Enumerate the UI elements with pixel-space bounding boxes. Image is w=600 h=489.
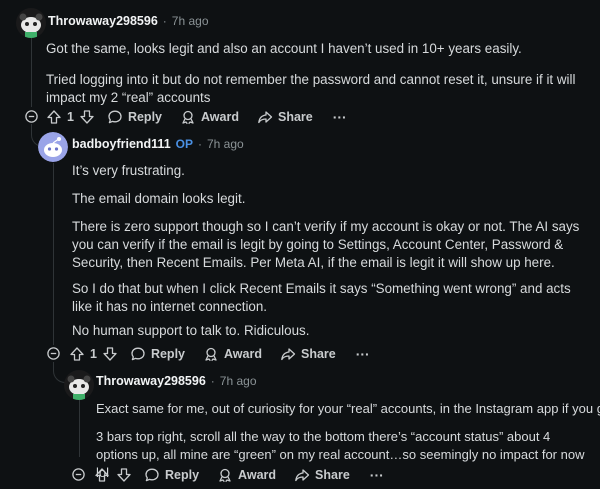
more-options-button[interactable]: ···	[356, 346, 370, 362]
award-medal-icon	[203, 346, 219, 362]
share-arrow-icon	[280, 346, 296, 362]
speech-bubble-icon	[144, 467, 160, 483]
timestamp[interactable]: 7h ago	[172, 14, 209, 28]
comment-actions: Reply Award Share ···	[94, 465, 384, 485]
comment-header: badboyfriend111 OP · 7h ago	[72, 137, 244, 151]
minus-circle-icon	[72, 468, 85, 481]
timestamp[interactable]: 7h ago	[207, 137, 244, 151]
comment-header: Throwaway298596 · 7h ago	[48, 14, 209, 28]
reply-label: Reply	[150, 347, 185, 361]
upvote-arrow-icon[interactable]	[69, 346, 85, 362]
speech-bubble-icon	[130, 346, 146, 362]
award-label: Award	[201, 110, 239, 124]
comment-body-paragraph: The email domain looks legit.	[72, 191, 246, 206]
share-arrow-icon	[294, 467, 310, 483]
username[interactable]: Throwaway298596	[96, 374, 206, 388]
share-label: Share	[277, 110, 313, 124]
comment-actions: 1 Reply Award Share ···	[46, 107, 347, 127]
award-medal-icon	[217, 467, 233, 483]
avatar[interactable]	[64, 370, 94, 400]
snoo-avatar-icon	[64, 370, 94, 400]
avatar[interactable]	[16, 8, 46, 38]
share-arrow-icon	[257, 109, 273, 125]
downvote-arrow-icon[interactable]	[79, 109, 95, 125]
reply-button[interactable]: Reply	[144, 467, 199, 483]
vote-count: 1	[90, 347, 97, 361]
comment-header: Throwaway298596 · 7h ago	[96, 374, 257, 388]
share-button[interactable]: Share	[280, 346, 336, 362]
reply-button[interactable]: Reply	[107, 109, 162, 125]
op-badge: OP	[175, 137, 193, 151]
comment-body-paragraph: Tried logging into it but do not remembe…	[46, 72, 576, 105]
share-button[interactable]: Share	[294, 467, 350, 483]
more-options-button[interactable]: ···	[370, 467, 384, 483]
award-button[interactable]: Award	[180, 109, 239, 125]
more-options-button[interactable]: ···	[333, 109, 347, 125]
timestamp[interactable]: 7h ago	[220, 374, 257, 388]
separator-dot: ·	[210, 374, 215, 388]
comment-body-paragraph: Exact same for me, out of curiosity for …	[96, 401, 600, 416]
award-button[interactable]: Award	[203, 346, 262, 362]
separator-dot: ·	[198, 137, 202, 151]
award-medal-icon	[180, 109, 196, 125]
comment-body-paragraph: It’s very frustrating.	[72, 163, 185, 178]
comment-body-paragraph: No human support to talk to. Ridiculous.	[72, 323, 310, 338]
username[interactable]: Throwaway298596	[48, 14, 158, 28]
upvote-arrow-icon[interactable]	[94, 467, 110, 483]
downvote-arrow-icon[interactable]	[116, 467, 132, 483]
comment-body-paragraph: Got the same, looks legit and also an ac…	[46, 41, 522, 56]
minus-circle-icon	[47, 347, 60, 360]
comment-body-paragraph: So I do that but when I click Recent Ema…	[72, 281, 571, 314]
upvote-arrow-icon[interactable]	[46, 109, 62, 125]
reply-label: Reply	[165, 468, 200, 482]
comment-actions: 1 Reply Award Share ···	[69, 344, 370, 364]
collapse-button[interactable]	[47, 347, 60, 360]
downvote-arrow-icon[interactable]	[102, 346, 118, 362]
thread-line-comment1[interactable]	[31, 38, 32, 107]
reply-label: Reply	[127, 110, 162, 124]
award-label: Award	[224, 347, 262, 361]
thread-line-comment3[interactable]	[79, 397, 80, 457]
award-label: Award	[238, 468, 277, 482]
snoo-avatar-icon	[38, 132, 68, 162]
minus-circle-icon	[25, 110, 38, 123]
award-button[interactable]: Award	[217, 467, 276, 483]
snoo-avatar-icon	[16, 8, 46, 38]
avatar[interactable]	[38, 132, 68, 162]
reply-button[interactable]: Reply	[130, 346, 185, 362]
collapse-button[interactable]	[25, 110, 38, 123]
thread-line-comment2[interactable]	[53, 163, 54, 345]
username[interactable]: badboyfriend111	[72, 137, 171, 151]
comment-body-paragraph: There is zero support though so I can’t …	[72, 219, 580, 270]
share-button[interactable]: Share	[257, 109, 313, 125]
share-label: Share	[300, 347, 336, 361]
vote-count: 1	[67, 110, 74, 124]
separator-dot: ·	[162, 14, 167, 28]
collapse-button[interactable]	[72, 468, 85, 481]
share-label: Share	[315, 468, 350, 482]
speech-bubble-icon	[107, 109, 123, 125]
